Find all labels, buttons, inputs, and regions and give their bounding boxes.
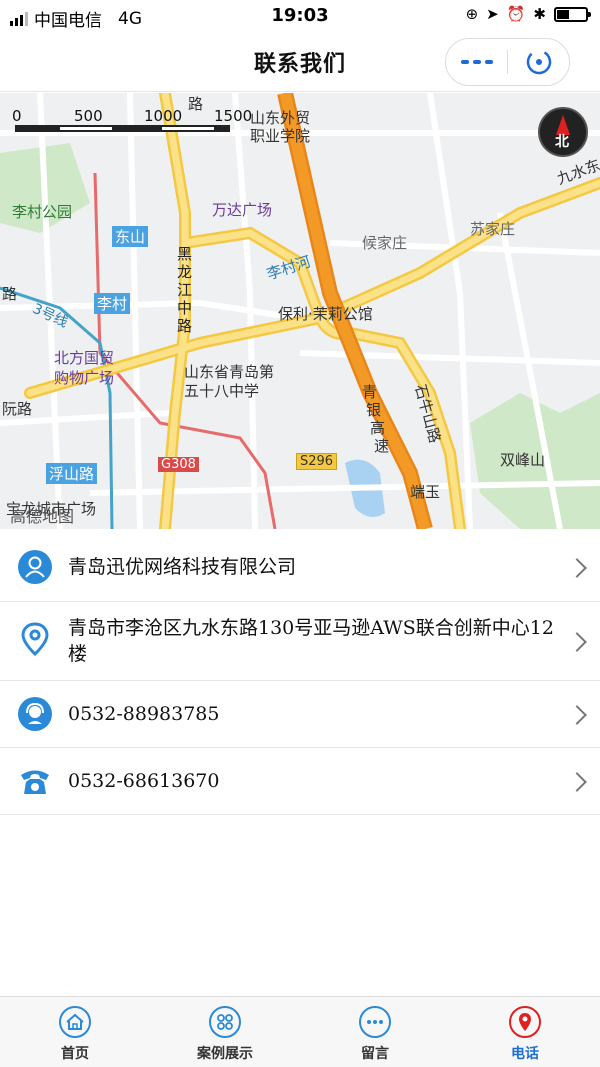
chevron-right-icon (567, 705, 587, 725)
map-label-school-1: 山东省青岛第 (184, 363, 275, 381)
battery-icon (554, 6, 591, 22)
map-label-fushan: 浮山路 (46, 463, 98, 484)
map-watermark: 高德地图 (10, 507, 75, 526)
map-label-beifang-1: 北方国贸 (54, 349, 115, 367)
company-name: 青岛迅优网络科技有限公司 (68, 556, 297, 578)
tab-bar: 首页 案例展示 留言 电话 (0, 996, 600, 1067)
location-map[interactable]: 0 500 1000 1500 北 李村公园 东山 李村 3号线 北方国贸 购物… (0, 93, 600, 529)
company-address: 青岛市李沧区九水东路130号亚马逊AWS联合创新中心12楼 (68, 617, 554, 665)
chat-icon (359, 1006, 391, 1038)
tab-cases[interactable]: 案例展示 (150, 997, 300, 1067)
location-arrow-icon: ➤ (486, 5, 499, 23)
map-label-wanda: 万达广场 (212, 201, 273, 219)
map-label-road-top: 路 (188, 95, 204, 113)
map-label-poly: 保利·茉莉公馆 (278, 305, 373, 323)
rotation-lock-icon: ⊕ (465, 5, 479, 23)
map-label-road-left: 路 (2, 285, 18, 303)
telephone-icon (21, 770, 49, 794)
customer-service-icon (18, 697, 52, 731)
more-options-icon[interactable] (446, 60, 507, 64)
map-label-houjiazhuang: 候家庄 (362, 234, 408, 252)
tab-home[interactable]: 首页 (0, 997, 150, 1067)
map-label-g308: G308 (158, 457, 199, 472)
chevron-right-icon (567, 632, 587, 652)
phone-number-2: 0532-68613670 (68, 770, 220, 792)
contact-row-phone-2[interactable]: 0532-68613670 (0, 748, 600, 815)
compass-north-label: 北 (555, 134, 569, 150)
map-label-s296: S296 (296, 453, 338, 470)
chevron-right-icon (567, 558, 587, 578)
map-label-qingyin-4: 速 (374, 437, 390, 455)
mini-program-capsule (445, 38, 570, 86)
scale-label-1000: 1000 (144, 107, 183, 125)
map-label-foreign-2: 职业学院 (250, 127, 311, 145)
phone-number-1: 0532-88983785 (68, 703, 220, 725)
tab-phone-label: 电话 (511, 1046, 539, 1062)
status-right: ⊕ ➤ ⏰ ✱ (465, 5, 591, 23)
scale-label-0: 0 (12, 107, 22, 125)
map-label-dongshan: 东山 (112, 226, 149, 247)
map-label-road-left-2: 阮路 (2, 400, 33, 418)
status-bar: 中国电信 4G 19:03 ⊕ ➤ ⏰ ✱ (0, 0, 600, 32)
scale-label-1500: 1500 (214, 107, 253, 125)
map-label-school-2: 五十八中学 (184, 382, 260, 400)
map-label-sujiazhuang: 苏家庄 (470, 220, 516, 238)
location-pin-icon (21, 622, 49, 656)
map-label-beifang-2: 购物广场 (54, 369, 115, 387)
user-icon (18, 550, 52, 584)
tab-cases-label: 案例展示 (197, 1046, 253, 1062)
home-icon (59, 1006, 91, 1038)
map-label-heilongjiang-5: 路 (177, 317, 193, 335)
map-label-licun: 李村 (94, 293, 131, 314)
map-label-duanyu: 端玉 (410, 483, 441, 501)
chevron-right-icon (567, 772, 587, 792)
grid-icon (209, 1006, 241, 1038)
bluetooth-icon: ✱ (533, 5, 546, 23)
contact-row-phone-1[interactable]: 0532-88983785 (0, 681, 600, 748)
contact-row-address[interactable]: 青岛市李沧区九水东路130号亚马逊AWS联合创新中心12楼 (0, 602, 600, 681)
tab-message[interactable]: 留言 (300, 997, 450, 1067)
contact-list: 青岛迅优网络科技有限公司 青岛市李沧区九水东路130号亚马逊AWS联合创新中心1… (0, 532, 600, 815)
map-label-licun-park: 李村公园 (12, 203, 73, 221)
tab-home-label: 首页 (61, 1046, 89, 1062)
navigation-bar: 联系我们 (0, 32, 600, 92)
compass-icon[interactable]: 北 (538, 107, 588, 157)
tab-message-label: 留言 (361, 1046, 389, 1062)
scale-label-500: 500 (74, 107, 103, 125)
contact-row-company[interactable]: 青岛迅优网络科技有限公司 (0, 532, 600, 602)
close-mini-program-icon[interactable] (508, 48, 569, 76)
alarm-icon: ⏰ (506, 5, 526, 23)
map-label-shuangfeng: 双峰山 (500, 451, 546, 469)
location-pin-icon (509, 1006, 541, 1038)
tab-phone[interactable]: 电话 (450, 997, 600, 1067)
